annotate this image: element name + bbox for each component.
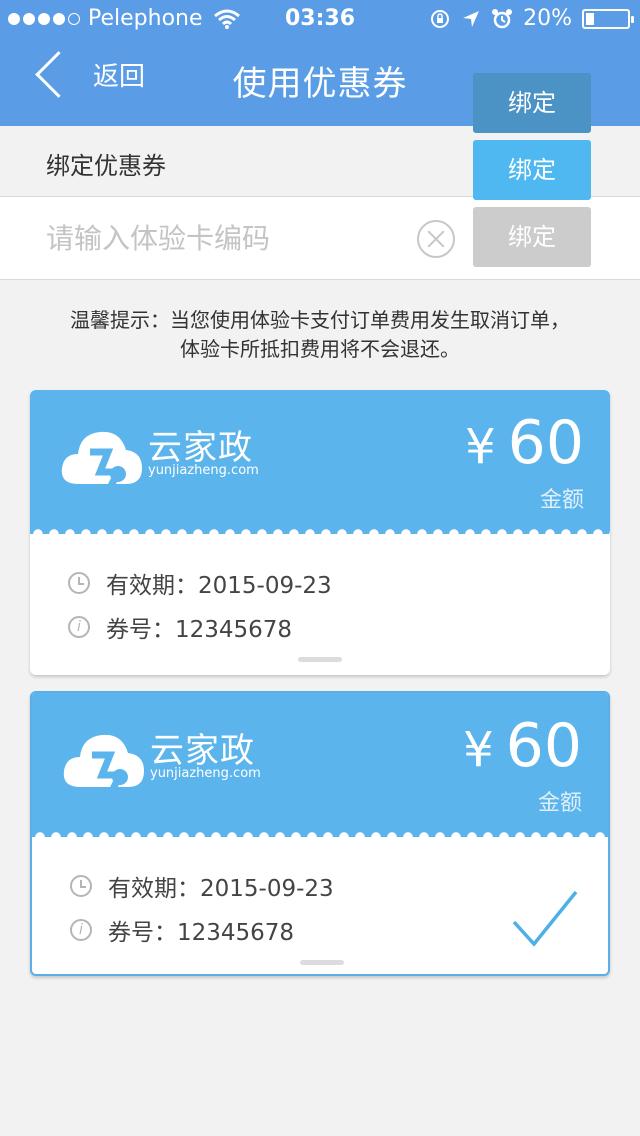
bind-button[interactable]: 绑定 (473, 140, 591, 200)
alarm-icon (492, 8, 513, 28)
coupon-price: ¥60 (463, 711, 582, 785)
brand-name: 云家政 (150, 731, 255, 771)
amount-label: 金额 (537, 791, 582, 816)
amount-label: 金额 (539, 488, 584, 513)
tip-line-2: 体验卡所抵扣费用将不会退还。 (180, 337, 460, 361)
coupon-header: 云家政 yunjiazheng.com ¥60 金额 (30, 390, 610, 534)
info-icon: i (68, 616, 90, 638)
clock-icon (70, 875, 92, 897)
validity-text: 有效期：2015-09-23 (108, 876, 334, 902)
cloud-logo-icon (63, 734, 144, 801)
scallop-edge (32, 829, 608, 845)
status-bar: Pelephone 03:36 20% (0, 0, 640, 40)
brand-logo: 云家政 yunjiazheng.com (60, 414, 300, 504)
battery-percent: 20% (523, 6, 572, 31)
card-handle (298, 657, 342, 662)
checkmark-icon (512, 890, 578, 947)
number-row: i 券号：12345678 (68, 610, 292, 644)
brand-domain: yunjiazheng.com (150, 766, 261, 781)
card-handle (300, 960, 344, 965)
status-right: 20% (429, 6, 634, 31)
rotation-lock-icon (431, 9, 450, 28)
battery-icon (582, 8, 634, 29)
card-code-input[interactable] (44, 213, 408, 263)
coupon-amount: 60 (507, 408, 584, 478)
battery-fill (586, 12, 594, 25)
bind-button-disabled[interactable]: 绑定 (473, 207, 591, 267)
validity-row: 有效期：2015-09-23 (70, 869, 334, 903)
validity-row: 有效期：2015-09-23 (68, 566, 332, 600)
scallop-edge (30, 526, 610, 542)
currency-symbol: ¥ (465, 419, 496, 475)
brand-name: 云家政 (148, 428, 253, 468)
coupon-header: 云家政 yunjiazheng.com ¥60 金额 (32, 693, 608, 837)
cloud-logo-icon (61, 431, 142, 498)
bind-button-pressed[interactable]: 绑定 (473, 73, 591, 133)
coupon-amount: 60 (505, 711, 582, 781)
tip-line-1: 温馨提示：当您使用体验卡支付订单费用发生取消订单， (70, 308, 570, 332)
number-text: 券号：12345678 (108, 920, 295, 946)
location-icon (463, 10, 480, 27)
brand-logo: 云家政 yunjiazheng.com (62, 717, 302, 807)
clock-icon (68, 572, 90, 594)
bind-coupon-label: 绑定优惠券 (46, 152, 166, 180)
warm-tip: 温馨提示：当您使用体验卡支付订单费用发生取消订单， 体验卡所抵扣费用将不会退还。 (0, 306, 640, 364)
info-icon: i (70, 919, 92, 941)
coupon-price: ¥60 (465, 408, 584, 482)
coupon-card[interactable]: 云家政 yunjiazheng.com ¥60 金额 有效期：2015-09-2… (30, 390, 610, 675)
currency-symbol: ¥ (463, 722, 494, 778)
clear-input-icon[interactable] (417, 220, 455, 258)
validity-text: 有效期：2015-09-23 (106, 573, 332, 599)
coupon-card-selected[interactable]: 云家政 yunjiazheng.com ¥60 金额 有效期：2015-09-2… (30, 691, 610, 976)
number-row: i 券号：12345678 (70, 913, 294, 947)
number-text: 券号：12345678 (106, 617, 293, 643)
brand-domain: yunjiazheng.com (148, 463, 259, 478)
